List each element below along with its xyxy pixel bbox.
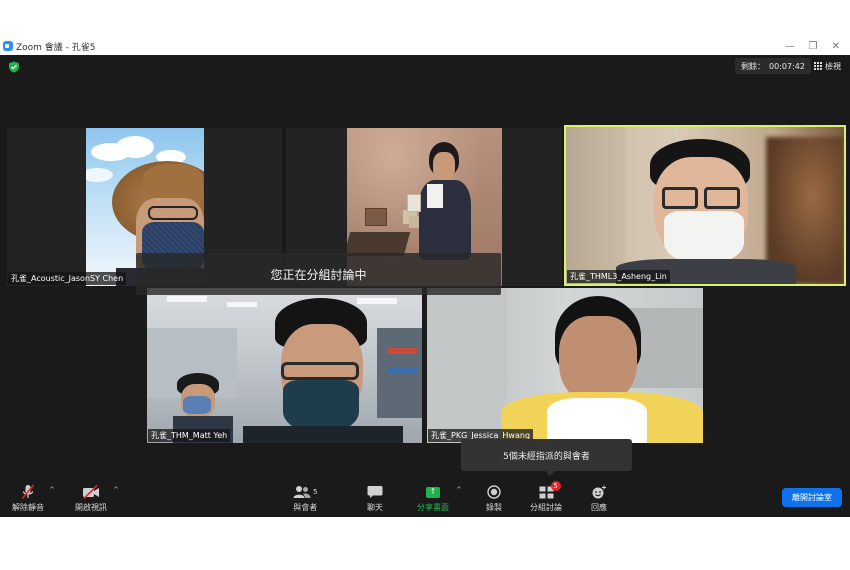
participant-name: 孔雀_THML3_Asheng_Lin: [567, 270, 670, 283]
view-button[interactable]: 檢視: [810, 58, 845, 74]
chat-button[interactable]: 聊天: [367, 484, 383, 513]
reactions-emoji-icon: [591, 484, 607, 500]
reactions-button[interactable]: 回應: [591, 484, 607, 513]
zoom-window: Zoom 會議 - 孔雀5 — ❐ ✕ 剩餘： 00:07:42 檢視 孔雀_A…: [0, 0, 850, 570]
record-icon: [487, 484, 501, 500]
grid-view-icon: [814, 62, 822, 70]
close-button[interactable]: ✕: [832, 41, 840, 52]
participants-button[interactable]: 5 與會者: [293, 484, 317, 513]
record-label: 錄製: [486, 503, 502, 512]
minimize-button[interactable]: —: [785, 41, 795, 52]
video-tile-asheng[interactable]: 孔雀_THML3_Asheng_Lin: [564, 125, 846, 286]
remaining-label: 剩餘：: [741, 61, 765, 71]
breakout-rooms-button[interactable]: 5 分組討論: [530, 481, 562, 513]
chat-label: 聊天: [367, 503, 383, 512]
unmute-label: 解除靜音: [12, 503, 44, 512]
maximize-button[interactable]: ❐: [809, 41, 818, 52]
remaining-time-indicator: 剩餘： 00:07:42: [735, 58, 811, 74]
video-tile-jessica[interactable]: 孔雀_PKG_Jessica_Hwang: [427, 288, 703, 443]
remaining-time: 00:07:42: [769, 61, 805, 71]
window-controls: — ❐ ✕: [785, 38, 840, 54]
start-video-button[interactable]: 開啟視訊: [75, 484, 107, 513]
breakout-room-banner: 您正在分組討論中: [136, 253, 501, 295]
video-off-icon: [82, 484, 100, 500]
zoom-logo-icon: [3, 41, 13, 51]
participants-label: 與會者: [293, 503, 318, 512]
breakout-rooms-icon: 5: [539, 481, 561, 500]
start-video-label: 開啟視訊: [75, 503, 107, 512]
participant-name: 孔雀_THM_Matt Yeh: [148, 429, 231, 442]
breakout-badge: 5: [550, 481, 561, 491]
title-bar: Zoom 會議 - 孔雀5 — ❐ ✕: [0, 38, 850, 54]
participants-icon: 5: [293, 484, 317, 500]
security-shield-icon[interactable]: [8, 61, 20, 73]
audio-options-chevron-icon[interactable]: ^: [49, 486, 55, 494]
share-options-chevron-icon[interactable]: ^: [456, 486, 462, 494]
chat-icon: [367, 484, 383, 500]
muted-microphone-icon: [21, 484, 35, 500]
video-feed: [147, 288, 422, 443]
unmute-button[interactable]: 解除靜音: [12, 484, 44, 513]
participants-count: 5: [313, 488, 318, 496]
reactions-label: 回應: [591, 503, 607, 512]
leave-breakout-room-button[interactable]: 離開討論室: [782, 488, 842, 507]
video-feed: [427, 288, 703, 443]
participant-name: 孔雀_Acoustic_JasonSY Chen: [8, 272, 127, 285]
video-tile-matt[interactable]: 孔雀_THM_Matt Yeh: [147, 288, 422, 443]
video-feed: [566, 127, 844, 284]
meeting-area: 剩餘： 00:07:42 檢視 孔雀_Acoustic_JasonSY Chen: [0, 55, 850, 517]
meeting-toolbar: 解除靜音 ^ 開啟視訊 ^ 5 與會者 聊天 ↑ 分享畫面 ^ 錄製 5 分組討…: [0, 480, 850, 517]
breakout-label: 分組討論: [530, 503, 562, 512]
window-title: Zoom 會議 - 孔雀5: [16, 42, 96, 53]
unassigned-participants-tooltip: 5個未經指派的與會者: [461, 439, 632, 476]
share-screen-icon: ↑: [426, 484, 440, 500]
record-button[interactable]: 錄製: [486, 484, 502, 513]
view-label: 檢視: [825, 61, 841, 71]
video-options-chevron-icon[interactable]: ^: [113, 486, 119, 494]
share-screen-label: 分享畫面: [417, 503, 449, 512]
share-screen-button[interactable]: ↑ 分享畫面: [417, 484, 449, 513]
